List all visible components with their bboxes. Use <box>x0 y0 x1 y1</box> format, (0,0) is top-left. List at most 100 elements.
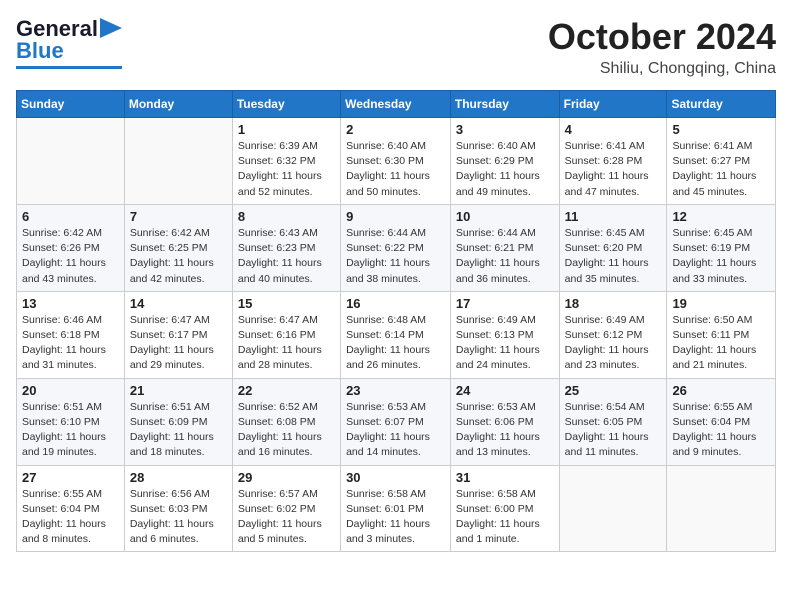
page-header: General Blue October 2024 Shiliu, Chongq… <box>16 16 776 78</box>
calendar-header-row: SundayMondayTuesdayWednesdayThursdayFrid… <box>17 91 776 118</box>
col-header-thursday: Thursday <box>450 91 559 118</box>
calendar-cell: 6Sunrise: 6:42 AM Sunset: 6:26 PM Daylig… <box>17 204 125 291</box>
day-number: 3 <box>456 122 554 137</box>
day-number: 10 <box>456 209 554 224</box>
day-number: 22 <box>238 383 335 398</box>
week-row-5: 27 Sunrise: 6:55 AM Sunset: 6:04 PM Dayli… <box>17 465 776 552</box>
calendar-cell: 7 Sunrise: 6:42 AM Sunset: 6:25 PM Daylig… <box>124 204 232 291</box>
day-number: 21 <box>130 383 227 398</box>
day-detail: Sunrise: 6:45 AM Sunset: 6:19 PM Dayligh… <box>672 226 770 287</box>
day-detail: Sunrise: 6:47 AM Sunset: 6:17 PM Dayligh… <box>130 313 227 374</box>
calendar-cell: 14Sunrise: 6:47 AM Sunset: 6:17 PM Dayli… <box>124 291 232 378</box>
day-detail: Sunrise: 6:42 AM Sunset: 6:25 PM Dayligh… <box>130 226 227 287</box>
col-header-friday: Friday <box>559 91 667 118</box>
calendar-cell: 11Sunrise: 6:45 AM Sunset: 6:20 PM Dayli… <box>559 204 667 291</box>
day-detail: Sunrise: 6:47 AM Sunset: 6:16 PM Dayligh… <box>238 313 335 374</box>
day-detail: Sunrise: 6:54 AM Sunset: 6:05 PM Dayligh… <box>565 400 662 461</box>
day-detail: Sunrise: 6:39 AM Sunset: 6:32 PM Dayligh… <box>238 139 335 200</box>
day-detail: Sunrise: 6:40 AM Sunset: 6:29 PM Dayligh… <box>456 139 554 200</box>
month-title: October 2024 <box>548 16 776 58</box>
day-detail: Sunrise: 6:57 AM Sunset: 6:02 PM Dayligh… <box>238 487 335 548</box>
day-number: 16 <box>346 296 445 311</box>
day-number: 12 <box>672 209 770 224</box>
calendar-cell: 20 Sunrise: 6:51 AM Sunset: 6:10 PM Dayli… <box>17 378 125 465</box>
day-detail: Sunrise: 6:46 AM Sunset: 6:18 PM Dayligh… <box>22 313 119 374</box>
calendar-cell <box>559 465 667 552</box>
calendar-cell: 13 Sunrise: 6:46 AM Sunset: 6:18 PM Dayli… <box>17 291 125 378</box>
title-block: October 2024 Shiliu, Chongqing, China <box>548 16 776 78</box>
day-number: 31 <box>456 470 554 485</box>
week-row-1: 1 Sunrise: 6:39 AM Sunset: 6:32 PM Daylig… <box>17 118 776 205</box>
calendar-cell <box>124 118 232 205</box>
day-number: 27 <box>22 470 119 485</box>
day-detail: Sunrise: 6:41 AM Sunset: 6:27 PM Dayligh… <box>672 139 770 200</box>
calendar-cell: 24 Sunrise: 6:53 AM Sunset: 6:06 PM Dayli… <box>450 378 559 465</box>
col-header-saturday: Saturday <box>667 91 776 118</box>
day-number: 1 <box>238 122 335 137</box>
day-detail: Sunrise: 6:55 AM Sunset: 6:04 PM Dayligh… <box>672 400 770 461</box>
day-number: 6 <box>22 209 119 224</box>
day-detail: Sunrise: 6:53 AM Sunset: 6:07 PM Dayligh… <box>346 400 445 461</box>
day-number: 24 <box>456 383 554 398</box>
day-detail: Sunrise: 6:50 AM Sunset: 6:11 PM Dayligh… <box>672 313 770 374</box>
calendar-cell: 16 Sunrise: 6:48 AM Sunset: 6:14 PM Dayli… <box>341 291 451 378</box>
col-header-sunday: Sunday <box>17 91 125 118</box>
calendar-cell: 8 Sunrise: 6:43 AM Sunset: 6:23 PM Daylig… <box>232 204 340 291</box>
day-detail: Sunrise: 6:55 AM Sunset: 6:04 PM Dayligh… <box>22 487 119 548</box>
calendar-cell: 27 Sunrise: 6:55 AM Sunset: 6:04 PM Dayli… <box>17 465 125 552</box>
day-detail: Sunrise: 6:49 AM Sunset: 6:13 PM Dayligh… <box>456 313 554 374</box>
calendar-cell: 17 Sunrise: 6:49 AM Sunset: 6:13 PM Dayli… <box>450 291 559 378</box>
day-number: 5 <box>672 122 770 137</box>
calendar-cell: 2Sunrise: 6:40 AM Sunset: 6:30 PM Daylig… <box>341 118 451 205</box>
day-detail: Sunrise: 6:53 AM Sunset: 6:06 PM Dayligh… <box>456 400 554 461</box>
day-detail: Sunrise: 6:51 AM Sunset: 6:09 PM Dayligh… <box>130 400 227 461</box>
day-detail: Sunrise: 6:58 AM Sunset: 6:00 PM Dayligh… <box>456 487 554 548</box>
calendar-cell: 4Sunrise: 6:41 AM Sunset: 6:28 PM Daylig… <box>559 118 667 205</box>
day-number: 7 <box>130 209 227 224</box>
day-number: 4 <box>565 122 662 137</box>
calendar-cell: 5 Sunrise: 6:41 AM Sunset: 6:27 PM Daylig… <box>667 118 776 205</box>
calendar-cell: 18Sunrise: 6:49 AM Sunset: 6:12 PM Dayli… <box>559 291 667 378</box>
day-number: 17 <box>456 296 554 311</box>
week-row-2: 6Sunrise: 6:42 AM Sunset: 6:26 PM Daylig… <box>17 204 776 291</box>
calendar-cell: 15Sunrise: 6:47 AM Sunset: 6:16 PM Dayli… <box>232 291 340 378</box>
day-number: 18 <box>565 296 662 311</box>
calendar-cell: 10 Sunrise: 6:44 AM Sunset: 6:21 PM Dayli… <box>450 204 559 291</box>
calendar-table: SundayMondayTuesdayWednesdayThursdayFrid… <box>16 90 776 552</box>
calendar-cell: 22 Sunrise: 6:52 AM Sunset: 6:08 PM Dayli… <box>232 378 340 465</box>
col-header-tuesday: Tuesday <box>232 91 340 118</box>
calendar-cell: 1 Sunrise: 6:39 AM Sunset: 6:32 PM Daylig… <box>232 118 340 205</box>
logo-blue: Blue <box>16 38 64 64</box>
calendar-cell: 23Sunrise: 6:53 AM Sunset: 6:07 PM Dayli… <box>341 378 451 465</box>
calendar-cell: 12 Sunrise: 6:45 AM Sunset: 6:19 PM Dayli… <box>667 204 776 291</box>
day-number: 30 <box>346 470 445 485</box>
calendar-cell: 26 Sunrise: 6:55 AM Sunset: 6:04 PM Dayli… <box>667 378 776 465</box>
day-number: 20 <box>22 383 119 398</box>
day-number: 28 <box>130 470 227 485</box>
day-detail: Sunrise: 6:43 AM Sunset: 6:23 PM Dayligh… <box>238 226 335 287</box>
day-detail: Sunrise: 6:44 AM Sunset: 6:21 PM Dayligh… <box>456 226 554 287</box>
calendar-cell: 3 Sunrise: 6:40 AM Sunset: 6:29 PM Daylig… <box>450 118 559 205</box>
day-number: 26 <box>672 383 770 398</box>
week-row-4: 20 Sunrise: 6:51 AM Sunset: 6:10 PM Dayli… <box>17 378 776 465</box>
calendar-cell: 29Sunrise: 6:57 AM Sunset: 6:02 PM Dayli… <box>232 465 340 552</box>
day-number: 19 <box>672 296 770 311</box>
logo-icon <box>100 18 122 38</box>
calendar-cell: 19 Sunrise: 6:50 AM Sunset: 6:11 PM Dayli… <box>667 291 776 378</box>
day-detail: Sunrise: 6:51 AM Sunset: 6:10 PM Dayligh… <box>22 400 119 461</box>
day-detail: Sunrise: 6:45 AM Sunset: 6:20 PM Dayligh… <box>565 226 662 287</box>
calendar-cell <box>17 118 125 205</box>
calendar-cell: 28Sunrise: 6:56 AM Sunset: 6:03 PM Dayli… <box>124 465 232 552</box>
week-row-3: 13 Sunrise: 6:46 AM Sunset: 6:18 PM Dayli… <box>17 291 776 378</box>
calendar-cell <box>667 465 776 552</box>
day-number: 8 <box>238 209 335 224</box>
day-detail: Sunrise: 6:44 AM Sunset: 6:22 PM Dayligh… <box>346 226 445 287</box>
day-detail: Sunrise: 6:48 AM Sunset: 6:14 PM Dayligh… <box>346 313 445 374</box>
day-detail: Sunrise: 6:52 AM Sunset: 6:08 PM Dayligh… <box>238 400 335 461</box>
calendar-cell: 25Sunrise: 6:54 AM Sunset: 6:05 PM Dayli… <box>559 378 667 465</box>
calendar-cell: 31 Sunrise: 6:58 AM Sunset: 6:00 PM Dayli… <box>450 465 559 552</box>
day-number: 13 <box>22 296 119 311</box>
col-header-wednesday: Wednesday <box>341 91 451 118</box>
logo: General Blue <box>16 16 122 69</box>
day-number: 9 <box>346 209 445 224</box>
